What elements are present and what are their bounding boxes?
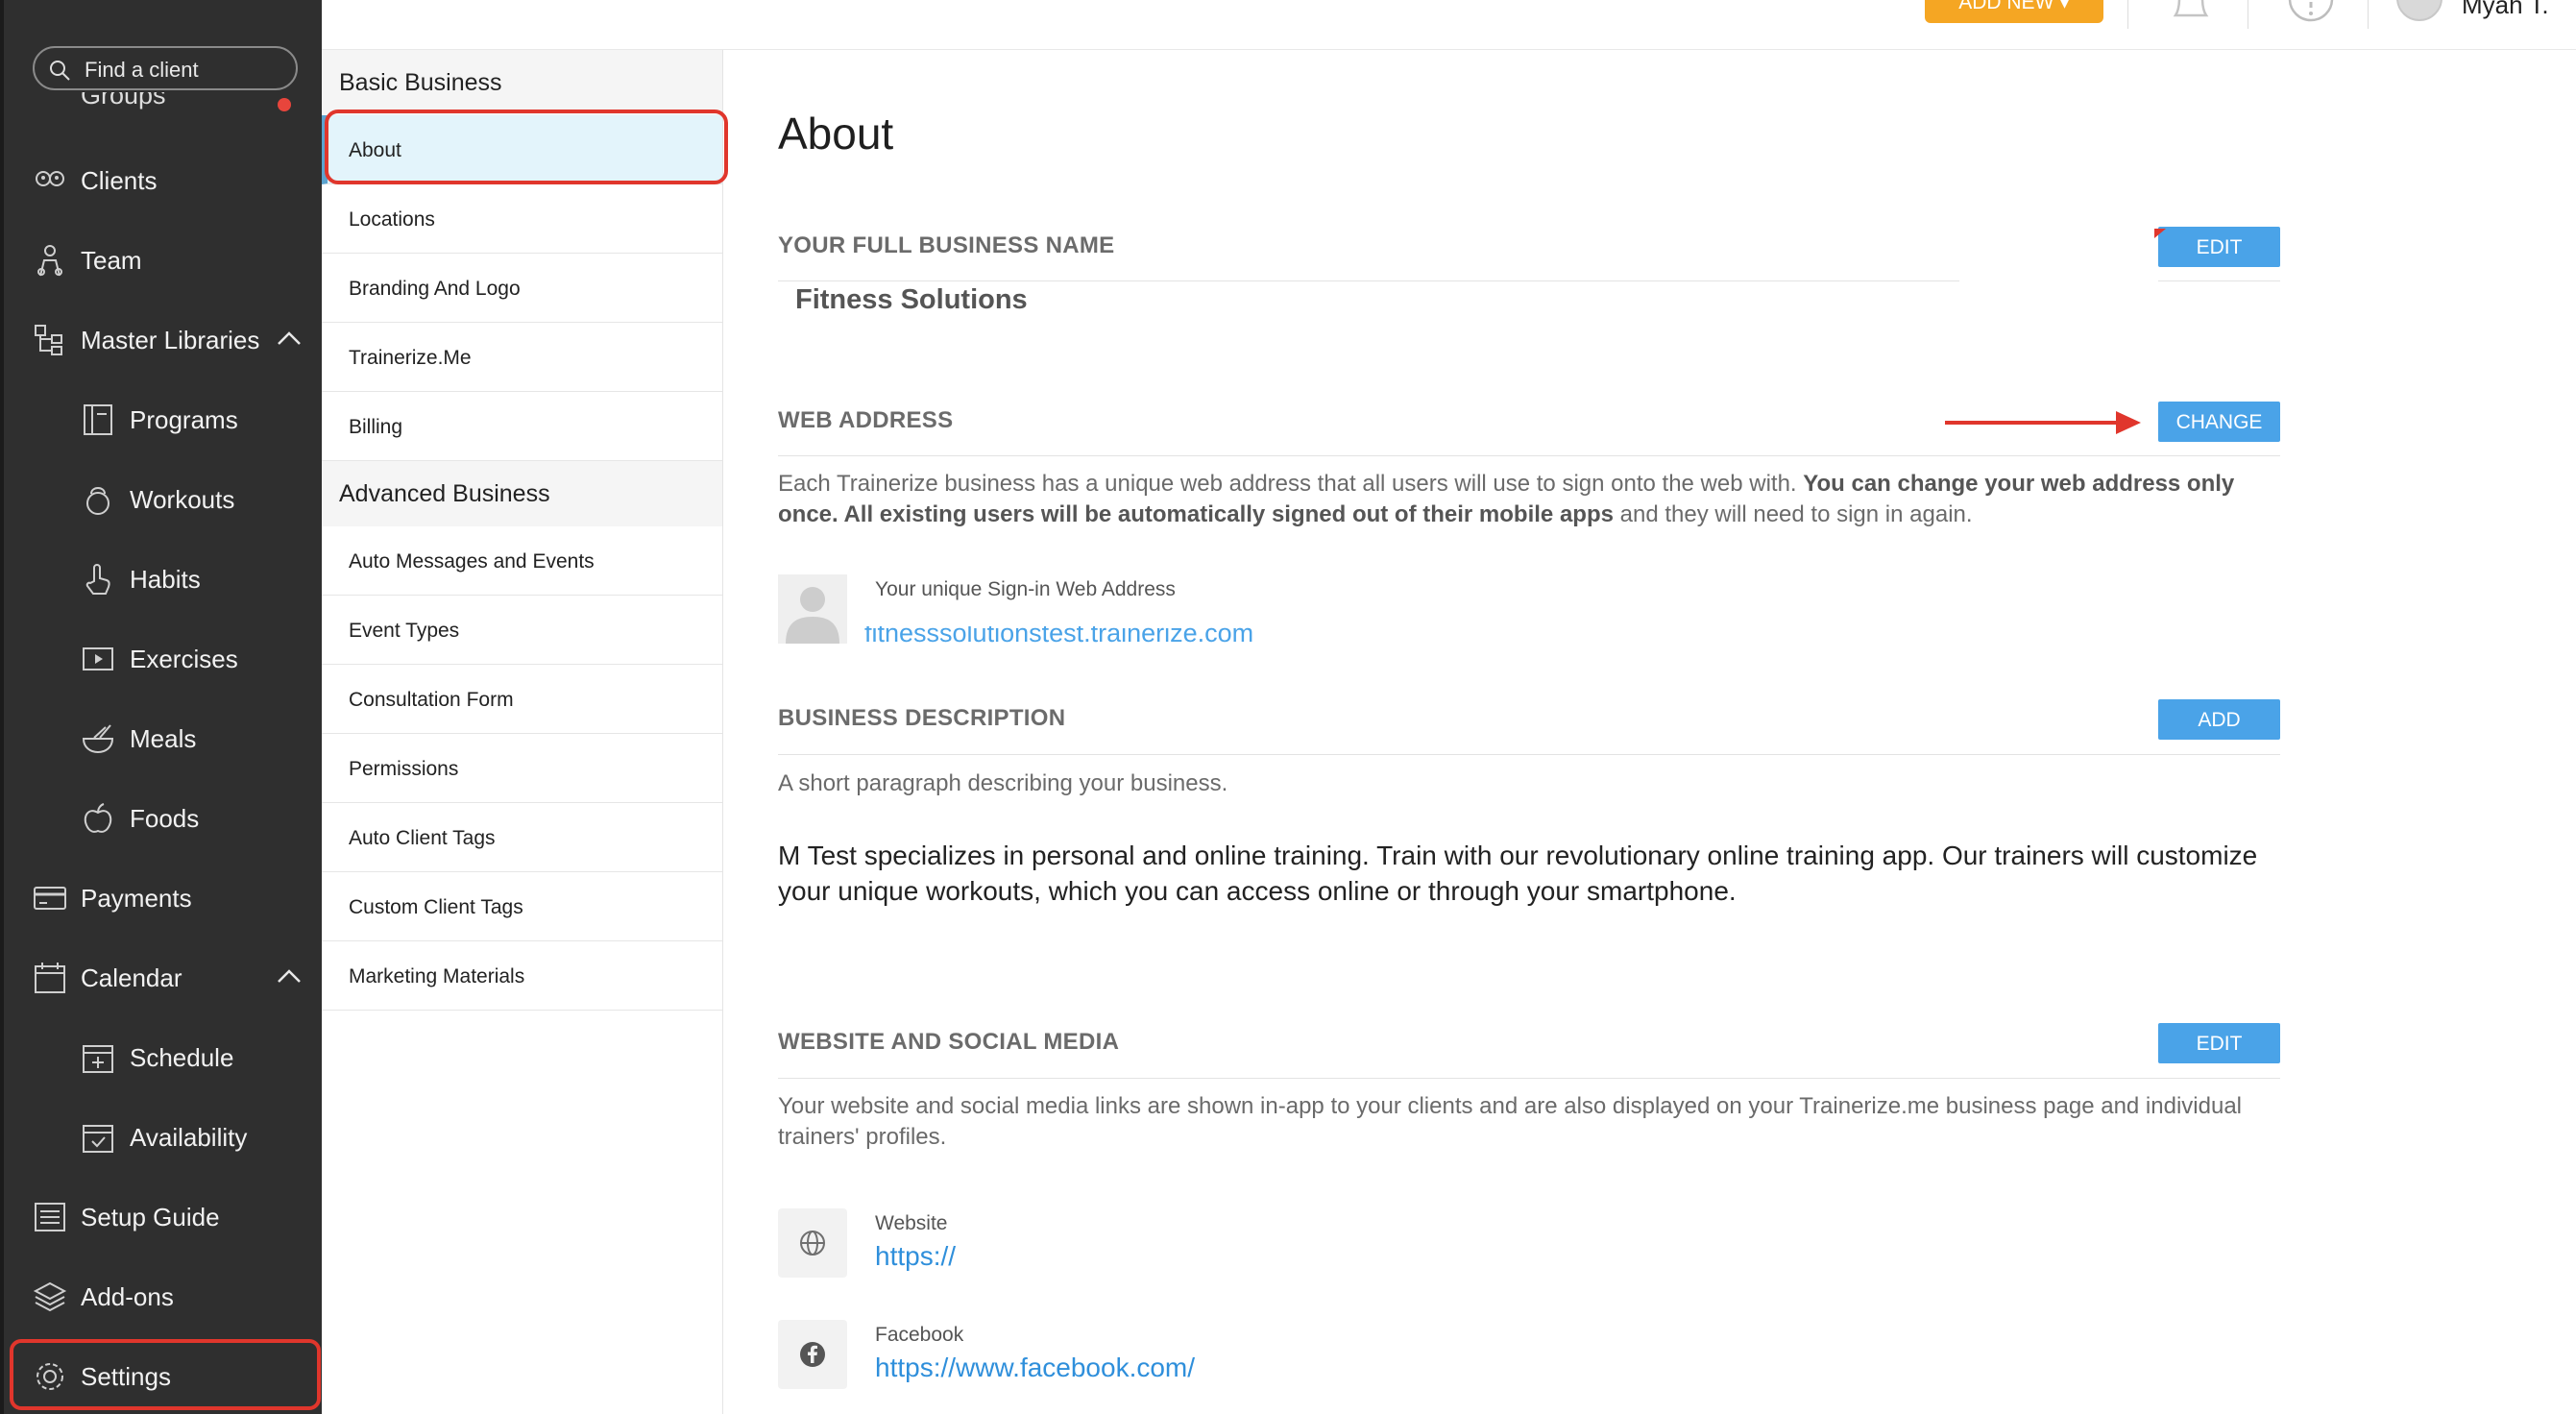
sidebar-item-workouts[interactable]: Workouts [4,471,322,528]
user-avatar[interactable] [2396,0,2442,21]
help-icon[interactable] [2287,0,2335,23]
menu-item-consultation-form[interactable]: Consultation Form [322,665,722,734]
divider [2158,280,2280,281]
business-description-heading: BUSINESS DESCRIPTION [778,705,1066,731]
kettlebell-icon [86,487,109,515]
divider [2368,0,2369,29]
bell-icon[interactable] [2166,0,2216,25]
arrow-annotation [1945,411,2141,434]
calendar-add-icon [83,1045,113,1073]
menu-item-event-types[interactable]: Event Types [322,596,722,665]
chevron-up-icon[interactable] [276,966,303,986]
sidebar-item-payments[interactable]: Payments [4,869,322,927]
social-media-hint: Your website and social media links are … [778,1093,2242,1150]
sidebar-item-groups[interactable]: Groups [33,92,302,113]
settings-highlight-annotation [10,1339,321,1410]
hierarchy-icon [35,325,62,355]
chevron-up-icon[interactable] [276,329,303,348]
programs-book-icon [84,404,112,435]
calendar-icon [35,963,65,993]
search-icon [50,61,70,81]
divider [778,455,2280,456]
signin-address-label: Your unique Sign-in Web Address [875,578,1176,600]
website-label: Website [875,1212,948,1234]
sidebar-item-clients[interactable]: Clients [4,152,322,209]
menu-item-custom-client-tags[interactable]: Custom Client Tags [322,872,722,941]
apple-icon [84,803,112,833]
find-client-search[interactable]: Find a client [33,46,298,90]
social-media-heading: WEBSITE AND SOCIAL MEDIA [778,1029,1120,1055]
facebook-link[interactable]: https://www.facebook.com/ [875,1353,1195,1383]
menu-item-permissions[interactable]: Permissions [322,734,722,803]
facebook-icon [800,1342,825,1367]
credit-card-icon [34,887,66,910]
top-bar: ADD NEW ▾ Myah T. [322,0,2576,50]
signin-address-link[interactable]: fitnesssolutionstest.trainerize.com [864,626,1537,649]
bowl-icon [82,724,114,754]
edit-name-button[interactable]: EDIT [2158,227,2280,267]
add-new-button[interactable]: ADD NEW ▾ [1925,0,2103,23]
full-name-heading: YOUR FULL BUSINESS NAME [778,232,1115,258]
menu-item-billing[interactable]: Billing [322,392,722,461]
sidebar-item-add-ons[interactable]: Add-ons [4,1268,322,1326]
sidebar-item-programs[interactable]: Programs [4,391,322,449]
sidebar-item-availability[interactable]: Availability [4,1109,322,1166]
checklist-icon [35,1203,65,1231]
settings-menu: Basic Business About Locations Branding … [322,50,723,1414]
menu-item-marketing-materials[interactable]: Marketing Materials [322,941,722,1011]
sidebar-item-foods[interactable]: Foods [4,790,322,847]
description-hint: A short paragraph describing your busine… [778,770,1228,796]
notification-dot [278,98,291,111]
business-description-text: M Test specializes in personal and onlin… [778,841,2258,906]
sidebar-item-meals[interactable]: Meals [4,710,322,768]
divider [778,280,1959,281]
menu-item-trainerize-me[interactable]: Trainerize.Me [322,323,722,392]
search-placeholder: Find a client [85,58,199,82]
menu-item-auto-messages[interactable]: Auto Messages and Events [322,526,722,596]
menu-item-branding-and-logo[interactable]: Branding And Logo [322,254,722,323]
main-sidebar: Find a client Groups Clients Team Master… [0,0,322,1414]
add-description-button[interactable]: ADD [2158,699,2280,740]
menu-section-advanced-business: Advanced Business [322,461,722,526]
sidebar-item-calendar[interactable]: Calendar [4,949,322,1007]
menu-section-basic-business: Basic Business [322,50,722,115]
menu-item-auto-client-tags[interactable]: Auto Client Tags [322,803,722,872]
web-address-description: Each Trainerize business has a unique we… [778,471,2235,527]
user-name[interactable]: Myah T. [2462,0,2549,20]
sidebar-item-team[interactable]: Team [4,232,322,289]
about-highlight-annotation [325,110,728,184]
change-web-address-button[interactable]: CHANGE [2158,402,2280,442]
business-name-value: Fitness Solutions [795,284,1028,315]
play-video-icon [83,647,113,670]
globe-icon [800,1231,825,1256]
sidebar-item-setup-guide[interactable]: Setup Guide [4,1188,322,1246]
sidebar-item-master-libraries[interactable]: Master Libraries [4,311,322,369]
divider [778,1078,2280,1079]
edit-social-button[interactable]: EDIT [2158,1023,2280,1063]
sidebar-item-habits[interactable]: Habits [4,550,322,608]
sidebar-item-exercises[interactable]: Exercises [4,630,322,688]
website-icon-box [778,1208,847,1278]
divider [2127,0,2128,29]
menu-item-locations[interactable]: Locations [322,184,722,254]
divider [778,754,2280,755]
web-address-heading: WEB ADDRESS [778,407,954,433]
website-link[interactable]: https:// [875,1241,956,1272]
page-title: About [778,109,894,158]
hand-pointer-icon [85,564,110,595]
avatar-placeholder [778,574,847,644]
layers-icon [33,1281,67,1312]
sidebar-item-schedule[interactable]: Schedule [4,1029,322,1086]
annotation-marker [2154,229,2166,238]
clients-icon [36,171,64,186]
team-icon [37,245,62,277]
calendar-check-icon [83,1125,113,1153]
facebook-label: Facebook [875,1324,964,1346]
facebook-icon-box [778,1320,847,1389]
